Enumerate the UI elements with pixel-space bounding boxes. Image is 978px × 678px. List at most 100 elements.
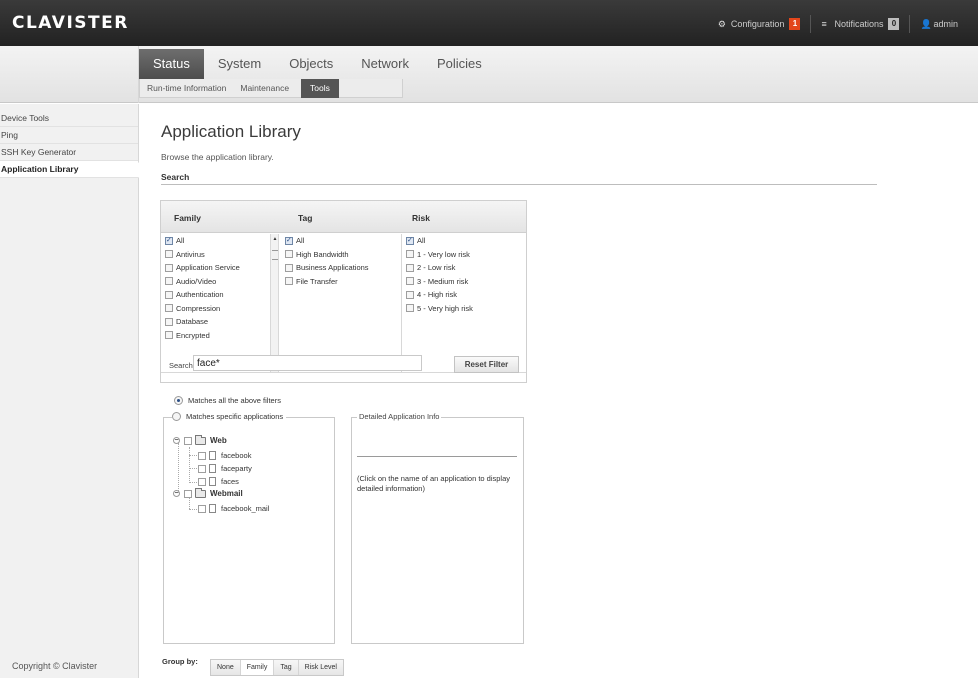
sidebar-item-ping[interactable]: Ping: [0, 127, 138, 144]
radio-match-specific[interactable]: [172, 412, 181, 421]
checkbox[interactable]: [165, 277, 173, 286]
tab-system[interactable]: System: [204, 49, 275, 79]
family-option[interactable]: Application Service: [161, 261, 270, 275]
list-icon: ≡: [821, 19, 827, 29]
tab-objects[interactable]: Objects: [275, 49, 347, 79]
folder-icon: [195, 434, 206, 445]
risk-option[interactable]: 3 - Medium risk: [402, 275, 526, 289]
document-icon: [209, 504, 216, 513]
family-option[interactable]: Compression: [161, 302, 270, 316]
checkbox[interactable]: [285, 263, 293, 272]
menu-bar: Status System Objects Network Policies R…: [0, 46, 978, 103]
sub-tabs: Run-time Information Maintenance Tools: [139, 79, 403, 98]
checkbox[interactable]: [406, 304, 414, 313]
subtab-maintenance[interactable]: Maintenance: [233, 79, 296, 98]
checkbox[interactable]: [184, 436, 192, 445]
tag-option[interactable]: Business Applications: [281, 261, 401, 275]
tab-network[interactable]: Network: [347, 49, 423, 79]
checkbox[interactable]: [285, 277, 293, 286]
tag-header: Tag: [298, 213, 313, 223]
family-option[interactable]: Antivirus: [161, 248, 270, 262]
gear-icon: ⚙: [717, 19, 726, 29]
configuration-menu[interactable]: ⚙ Configuration 1: [708, 16, 811, 32]
family-scrollbar[interactable]: ▲ ▼: [270, 234, 278, 372]
group-by-risk-level-button[interactable]: Risk Level: [299, 660, 343, 675]
family-option[interactable]: Database: [161, 315, 270, 329]
family-option[interactable]: Authentication: [161, 288, 270, 302]
tree-app-facebook-mail[interactable]: facebook_mail: [198, 504, 269, 513]
top-bar: CLAVISTER ⚙ Configuration 1 ≡ Notificati…: [0, 0, 978, 46]
checkbox[interactable]: [406, 250, 414, 259]
match-specific-option[interactable]: Matches specific applications: [172, 412, 287, 421]
checkbox[interactable]: [165, 236, 173, 245]
checkbox[interactable]: [198, 477, 206, 486]
checkbox[interactable]: [184, 489, 192, 498]
match-all-option[interactable]: Matches all the above filters: [174, 396, 284, 405]
risk-header: Risk: [412, 213, 430, 223]
family-option[interactable]: Audio/Video: [161, 275, 270, 289]
sidebar-item-ssh-key-generator[interactable]: SSH Key Generator: [0, 144, 138, 161]
group-by-none-button[interactable]: None: [211, 660, 241, 675]
tree-line: [189, 509, 197, 510]
tree-group-webmail[interactable]: − Webmail: [173, 487, 243, 498]
checkbox[interactable]: [406, 277, 414, 286]
checkbox[interactable]: [406, 263, 414, 272]
checkbox[interactable]: [165, 263, 173, 272]
tree-group-web[interactable]: − Web: [173, 434, 227, 445]
user-menu[interactable]: 👤 admin: [910, 16, 968, 32]
family-list: All Antivirus Application Service Audio/…: [161, 234, 270, 372]
checkbox[interactable]: [285, 250, 293, 259]
checkbox[interactable]: [406, 236, 414, 245]
clavister-logo: CLAVISTER: [12, 13, 129, 33]
tree-app-faces[interactable]: faces: [198, 477, 239, 486]
sidebar-item-device-tools[interactable]: Device Tools: [0, 110, 138, 127]
checkbox[interactable]: [165, 317, 173, 326]
collapse-icon[interactable]: −: [173, 490, 180, 497]
checkbox[interactable]: [406, 290, 414, 299]
tag-list: All High Bandwidth Business Applications…: [281, 234, 401, 372]
radio-match-all[interactable]: [174, 396, 183, 405]
tab-status[interactable]: Status: [139, 49, 204, 79]
checkbox[interactable]: [165, 304, 173, 313]
configuration-badge: 1: [789, 18, 801, 30]
sidebar-item-application-library[interactable]: Application Library: [0, 161, 139, 178]
notifications-menu[interactable]: ≡ Notifications 0: [811, 16, 909, 32]
risk-option[interactable]: 1 - Very low risk: [402, 248, 526, 262]
checkbox[interactable]: [165, 331, 173, 340]
group-by-tag-button[interactable]: Tag: [274, 660, 299, 675]
document-icon: [209, 451, 216, 460]
collapse-icon[interactable]: −: [173, 437, 180, 444]
checkbox[interactable]: [198, 464, 206, 473]
search-input[interactable]: [193, 355, 422, 371]
tag-option[interactable]: High Bandwidth: [281, 248, 401, 262]
tree-app-faceparty[interactable]: faceparty: [198, 464, 252, 473]
family-option[interactable]: All: [161, 234, 270, 248]
tag-option[interactable]: All: [281, 234, 401, 248]
family-header: Family: [174, 213, 201, 223]
tag-option[interactable]: File Transfer: [281, 275, 401, 289]
tab-policies[interactable]: Policies: [423, 49, 496, 79]
subtab-runtime-information[interactable]: Run-time Information: [140, 79, 233, 98]
section-search-heading: Search: [161, 172, 877, 185]
risk-option[interactable]: All: [402, 234, 526, 248]
risk-option[interactable]: 2 - Low risk: [402, 261, 526, 275]
checkbox[interactable]: [198, 504, 206, 513]
tree-line: [189, 468, 197, 469]
document-icon: [209, 464, 216, 473]
checkbox[interactable]: [285, 236, 293, 245]
tree-app-facebook[interactable]: facebook: [198, 451, 251, 460]
family-option[interactable]: Encrypted: [161, 329, 270, 343]
notifications-label: Notifications: [834, 19, 884, 29]
risk-option[interactable]: 5 - Very high risk: [402, 302, 526, 316]
detailed-info-panel: [351, 417, 524, 644]
checkbox[interactable]: [165, 250, 173, 259]
reset-filter-button[interactable]: Reset Filter: [454, 356, 519, 373]
checkbox[interactable]: [198, 451, 206, 460]
group-by-family-button[interactable]: Family: [240, 660, 275, 675]
notifications-badge: 0: [888, 18, 900, 30]
page-title: Application Library: [161, 122, 301, 141]
checkbox[interactable]: [165, 290, 173, 299]
risk-option[interactable]: 4 - High risk: [402, 288, 526, 302]
page-description: Browse the application library.: [161, 152, 274, 162]
subtab-tools[interactable]: Tools: [301, 79, 339, 98]
